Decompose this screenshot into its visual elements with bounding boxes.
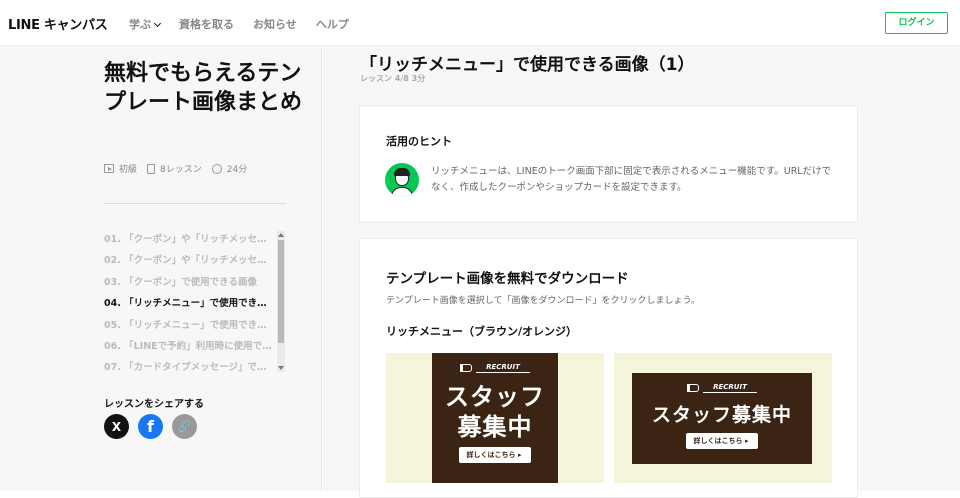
lesson-item-05[interactable]: 05. 「リッチメニュー」で使用でき… [104, 315, 276, 336]
nav-help[interactable]: ヘルプ [316, 16, 349, 32]
scroll-up-icon[interactable] [278, 233, 284, 237]
top-header: LINE キャンパス 学ぶ 資格を取る お知らせ ヘルプ ログイン [0, 0, 960, 46]
scrollbar-thumb[interactable] [278, 240, 284, 343]
main-nav: 学ぶ 資格を取る お知らせ ヘルプ [129, 16, 349, 32]
nav-certification[interactable]: 資格を取る [179, 16, 234, 32]
course-meta: 初級 8レッスン 24分 [104, 162, 257, 175]
lesson-content: 「リッチメニュー」で使用できる画像（1） レッスン 4/8 3分 活用のヒント … [323, 46, 960, 498]
lesson-item-06[interactable]: 06. 「LINEで予約」利用時に使用で… [104, 336, 276, 357]
clock-icon [211, 163, 222, 174]
lesson-list: 01. 「クーポン」や「リッチメッセ… 02. 「クーポン」や「リッチメッセ… … [104, 229, 284, 374]
course-sidebar: 無料でもらえるテンプレート画像まとめ 初級 8レッスン 24分 01. 「クーポ… [0, 46, 322, 491]
x-share-button[interactable]: X [104, 414, 129, 439]
lesson-item-02[interactable]: 02. 「クーポン」や「リッチメッセ… [104, 250, 276, 271]
divider [104, 203, 286, 204]
megaphone-icon [460, 364, 473, 372]
nav-news[interactable]: お知らせ [253, 16, 297, 32]
download-card: テンプレート画像を無料でダウンロード テンプレート画像を選択して「画像をダウンロ… [359, 238, 858, 498]
details-button: 詳しくはこちら [458, 447, 532, 463]
megaphone-icon [687, 384, 700, 392]
recruit-banner-tall: RECRUIT スタッフ 募集中 詳しくはこちら [432, 353, 558, 483]
download-description: テンプレート画像を選択して「画像をダウンロード」をクリックしましょう。 [386, 296, 700, 306]
course-title: 無料でもらえるテンプレート画像まとめ [104, 61, 303, 115]
line-campus-logo[interactable]: LINE キャンパス [8, 14, 108, 33]
login-button[interactable]: ログイン [885, 12, 948, 34]
template-image-2[interactable]: RECRUIT スタッフ募集中 詳しくはこちら [614, 353, 832, 483]
hint-card: 活用のヒント リッチメニューは、LINEのトーク画面下部に固定で表示されるメニュ… [359, 105, 858, 223]
nav-learn[interactable]: 学ぶ [129, 16, 162, 32]
advisor-avatar [385, 163, 419, 197]
section-title: リッチメニュー（ブラウン/オレンジ） [386, 325, 578, 338]
details-button: 詳しくはこちら [685, 433, 759, 449]
lesson-progress: レッスン 4/8 3分 [360, 74, 426, 83]
copy-link-button[interactable]: 🔗 [172, 414, 197, 439]
lesson-item-03[interactable]: 03. 「クーポン」で使用できる画像 [104, 272, 276, 293]
chevron-down-icon [153, 19, 162, 28]
hint-text: リッチメニューは、LINEのトーク画面下部に固定で表示されるメニュー機能です。U… [431, 166, 832, 193]
recruit-banner-wide: RECRUIT スタッフ募集中 詳しくはこちら [632, 373, 812, 464]
video-icon [104, 164, 114, 173]
lesson-title: 「リッチメニュー」で使用できる画像（1） [360, 55, 695, 75]
lesson-item-01[interactable]: 01. 「クーポン」や「リッチメッセ… [104, 229, 276, 250]
book-icon [147, 163, 156, 174]
lesson-item-04-current[interactable]: 04. 「リッチメニュー」で使用でき… [104, 293, 276, 314]
social-share-buttons: X f 🔗 [104, 414, 197, 439]
facebook-share-button[interactable]: f [138, 414, 163, 439]
level-text: 初級 [119, 165, 138, 175]
lessons-count-text: 8レッスン [160, 165, 202, 175]
scroll-down-icon[interactable] [278, 366, 284, 370]
hint-title: 活用のヒント [386, 135, 452, 148]
template-image-1[interactable]: RECRUIT スタッフ 募集中 詳しくはこちら [386, 353, 604, 483]
duration-text: 24分 [226, 165, 248, 175]
download-title: テンプレート画像を無料でダウンロード [386, 271, 629, 287]
lesson-item-07[interactable]: 07. 「カードタイプメッセージ」で… [104, 357, 276, 374]
lesson-list-scrollbar[interactable] [277, 231, 285, 372]
share-label: レッスンをシェアする [104, 399, 204, 410]
